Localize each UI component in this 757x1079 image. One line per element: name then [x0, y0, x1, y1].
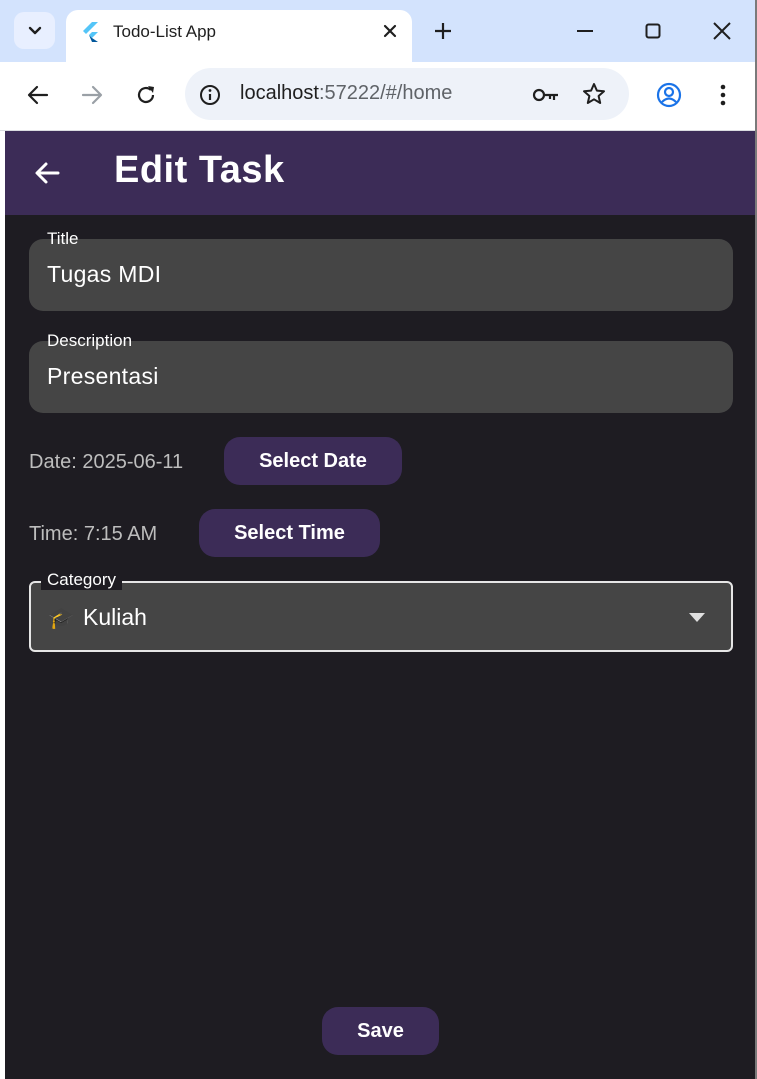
back-nav-button[interactable]	[28, 155, 66, 191]
maximize-button[interactable]	[636, 16, 670, 46]
url-host: localhost	[240, 82, 319, 104]
url-path: :57222/#/home	[318, 82, 453, 104]
category-label: Category	[41, 570, 122, 590]
site-info-button[interactable]	[197, 82, 223, 108]
time-text: Time: 7:15 AM	[29, 523, 158, 545]
select-date-button[interactable]: Select Date	[224, 437, 402, 485]
flutter-logo-icon	[83, 22, 98, 42]
new-tab-button[interactable]	[429, 17, 457, 45]
select-time-button[interactable]: Select Time	[199, 509, 380, 557]
tab-search-button[interactable]	[14, 12, 55, 49]
title-value[interactable]: Tugas MDI	[47, 261, 161, 288]
category-value: Kuliah	[83, 604, 147, 630]
profile-button[interactable]	[654, 80, 684, 110]
window-close-button[interactable]	[705, 16, 739, 46]
description-value[interactable]: Presentasi	[47, 363, 159, 390]
graduation-cap-icon: 🎓	[48, 607, 75, 630]
window-close-icon	[713, 22, 731, 40]
date-text: Date: 2025-06-11	[29, 451, 184, 473]
dropdown-toggle[interactable]	[684, 606, 710, 628]
dropdown-arrow-icon	[689, 612, 705, 622]
plus-icon	[435, 23, 451, 39]
bookmark-button[interactable]	[580, 80, 608, 108]
site-info-icon	[200, 85, 220, 105]
chevron-down-icon	[28, 26, 41, 34]
url-text[interactable]: localhost:57222/#/home	[240, 82, 452, 105]
minimize-button[interactable]	[568, 16, 602, 46]
page-title: Edit Task	[114, 149, 285, 191]
forward-button[interactable]	[78, 81, 106, 109]
back-button[interactable]	[24, 81, 52, 109]
reload-button[interactable]	[132, 81, 160, 109]
browser-window: Todo-List App localhost:57222/#/home Edi…	[0, 0, 757, 1079]
save-button[interactable]: Save	[322, 1007, 439, 1055]
reload-icon	[137, 86, 155, 104]
profile-icon	[656, 82, 682, 108]
maximize-icon	[645, 23, 661, 39]
close-icon	[383, 24, 397, 38]
tab-title: Todo-List App	[113, 22, 217, 41]
description-label: Description	[47, 331, 133, 350]
title-label: Title	[47, 229, 79, 248]
back-arrow-icon	[27, 85, 49, 105]
star-icon	[583, 83, 605, 104]
forward-arrow-icon	[81, 85, 103, 105]
browser-menu-button[interactable]	[710, 80, 736, 110]
password-manager-button[interactable]	[530, 82, 562, 108]
key-icon	[532, 88, 558, 102]
close-tab-button[interactable]	[378, 19, 402, 43]
minimize-icon	[577, 30, 593, 32]
more-vert-icon	[720, 84, 726, 106]
arrow-back-icon	[35, 162, 60, 184]
